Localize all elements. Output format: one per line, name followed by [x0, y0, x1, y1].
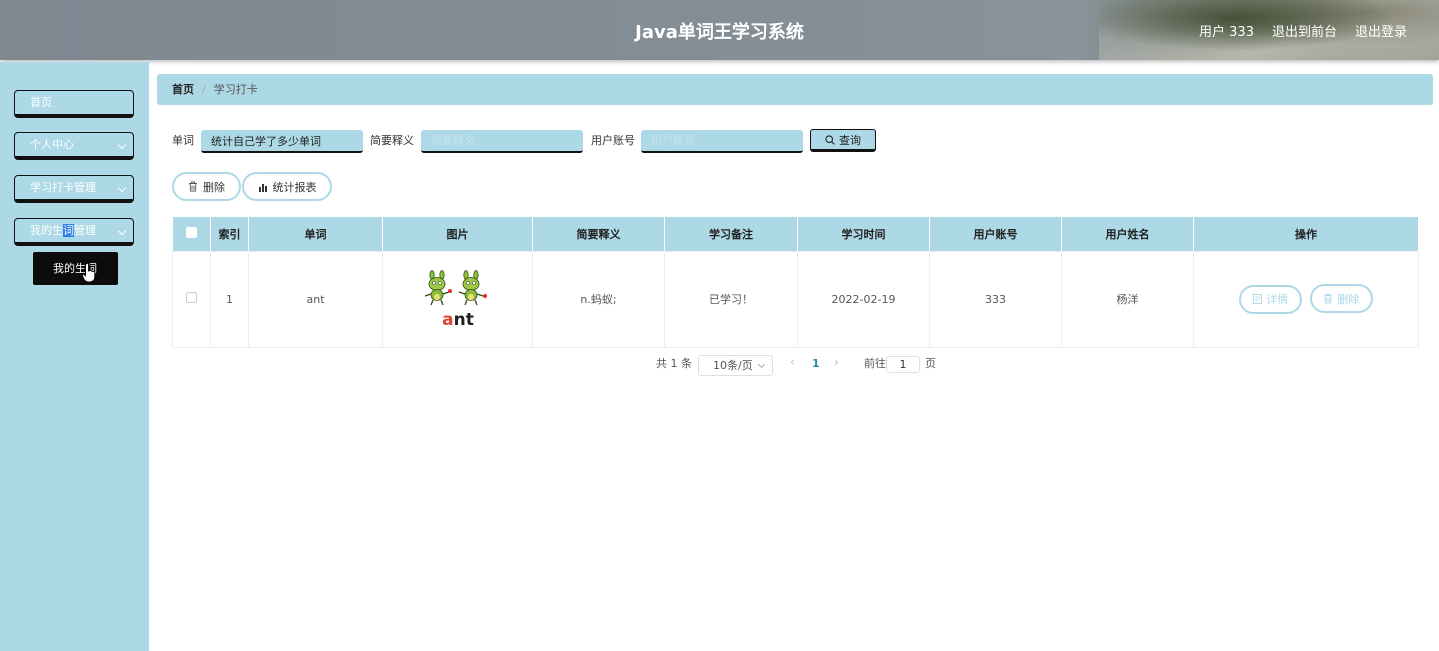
sidebar-item-label-selected: 词 — [63, 224, 74, 237]
row-delete-button[interactable]: 删除 — [1309, 284, 1373, 314]
image-caption: ant — [442, 310, 474, 329]
operation-cell: 详情 删除 — [1193, 250, 1419, 348]
column-header: 学习备注 — [664, 217, 798, 251]
index-cell: 1 — [210, 250, 249, 348]
detail-button[interactable]: 详情 — [1239, 284, 1303, 314]
sidebar-item-label: 首页 — [30, 96, 52, 109]
row-checkbox[interactable] — [186, 292, 197, 303]
next-page-icon[interactable]: › — [834, 355, 839, 369]
sidebar-item-label: 学习打卡管理 — [30, 181, 96, 194]
page-size-select[interactable]: 10条/页 — [698, 355, 773, 376]
page-number-current[interactable]: 1 — [812, 357, 820, 370]
back-to-front-link[interactable]: 退出到前台 — [1272, 21, 1337, 40]
ant-word-image: ant — [424, 269, 487, 330]
breadcrumb: 首页 / 学习打卡 — [157, 74, 1433, 105]
statistics-report-button[interactable]: 统计报表 — [242, 172, 332, 201]
chevron-down-icon — [757, 360, 766, 369]
sidebar-item-vocabulary-management[interactable]: 我的生词管理 — [14, 218, 134, 246]
sidebar-item-label: 个人中心 — [30, 138, 74, 151]
page-suffix: 页 — [925, 357, 936, 370]
search-icon — [825, 134, 835, 145]
breadcrumb-current: 学习打卡 — [213, 83, 258, 96]
account-cell: 333 — [929, 250, 1062, 348]
batch-delete-label: 删除 — [203, 180, 225, 194]
image-cell: ant — [382, 250, 533, 348]
bar-chart-icon — [258, 183, 267, 192]
meaning-label: 简要释义 — [370, 134, 414, 147]
row-delete-label: 删除 — [1337, 292, 1360, 306]
sidebar-item-home[interactable]: 首页 — [14, 90, 134, 118]
chevron-down-icon — [117, 183, 127, 193]
column-header: 简要释义 — [532, 217, 665, 251]
trash-icon — [189, 181, 197, 192]
detail-button-label: 详情 — [1266, 293, 1289, 307]
sidebar-item-personal-center[interactable]: 个人中心 — [14, 132, 134, 160]
column-header: 用户姓名 — [1061, 217, 1194, 251]
page-size-value: 10条/页 — [713, 359, 753, 372]
goto-page-input[interactable] — [886, 356, 920, 373]
account-search-input[interactable] — [641, 130, 803, 153]
time-cell: 2022-02-19 — [797, 250, 930, 348]
breadcrumb-separator: / — [202, 83, 206, 96]
user-label: 用户 333 — [1199, 25, 1254, 40]
hand-cursor-icon — [82, 263, 96, 283]
logout-link[interactable]: 退出登录 — [1355, 21, 1407, 40]
word-cell: ant — [248, 250, 383, 348]
column-header: 用户账号 — [929, 217, 1062, 251]
prev-page-icon[interactable]: ‹ — [790, 355, 795, 369]
query-button-label: 查询 — [839, 133, 861, 147]
column-header: 图片 — [382, 217, 533, 251]
word-search-input[interactable] — [201, 130, 363, 153]
breadcrumb-home[interactable]: 首页 — [172, 83, 194, 96]
submenu-item-my-vocabulary[interactable]: 我的生词 — [33, 252, 118, 285]
name-cell: 杨洋 — [1061, 250, 1194, 348]
table-header-row: 索引 单词 图片 简要释义 学习备注 学习时间 用户账号 用户姓名 操作 — [172, 217, 1419, 251]
header-links: 用户 333 退出到前台 退出登录 — [1199, 21, 1407, 40]
chevron-down-icon — [117, 226, 127, 236]
sidebar-item-label-part: 管理 — [74, 224, 96, 237]
note-cell: 已学习！ — [664, 250, 798, 348]
select-all-cell — [172, 217, 211, 251]
chevron-down-icon — [117, 140, 127, 150]
sidebar: 首页 个人中心 学习打卡管理 我的生词管理 — [0, 62, 149, 651]
meaning-cell: n.蚂蚁; — [532, 250, 665, 348]
column-header: 单词 — [248, 217, 383, 251]
document-icon — [1253, 294, 1263, 305]
query-button[interactable]: 查询 — [810, 129, 876, 152]
goto-label: 前往 — [864, 357, 886, 370]
word-label: 单词 — [172, 134, 194, 147]
meaning-search-input[interactable] — [421, 130, 583, 153]
select-all-checkbox[interactable] — [185, 226, 197, 238]
pagination-total: 共 1 条 — [656, 357, 692, 370]
column-header: 索引 — [210, 217, 249, 251]
column-header: 操作 — [1193, 217, 1419, 251]
table-row: 1 ant ant n.蚂蚁; 已学习！ 2022-02-19 333 杨洋 详… — [172, 250, 1419, 348]
row-select-cell — [172, 250, 211, 348]
column-header: 学习时间 — [797, 217, 930, 251]
top-header: Java单词王学习系统 用户 333 退出到前台 退出登录 — [0, 0, 1439, 60]
trash-icon — [1324, 293, 1333, 304]
statistics-report-label: 统计报表 — [272, 180, 317, 194]
account-label: 用户账号 — [591, 134, 635, 147]
batch-delete-button[interactable]: 删除 — [172, 172, 241, 201]
checkin-table: 索引 单词 图片 简要释义 学习备注 学习时间 用户账号 用户姓名 操作 1 a… — [172, 217, 1419, 348]
sidebar-item-checkin-management[interactable]: 学习打卡管理 — [14, 175, 134, 203]
sidebar-item-label-part: 我的生 — [30, 224, 63, 237]
